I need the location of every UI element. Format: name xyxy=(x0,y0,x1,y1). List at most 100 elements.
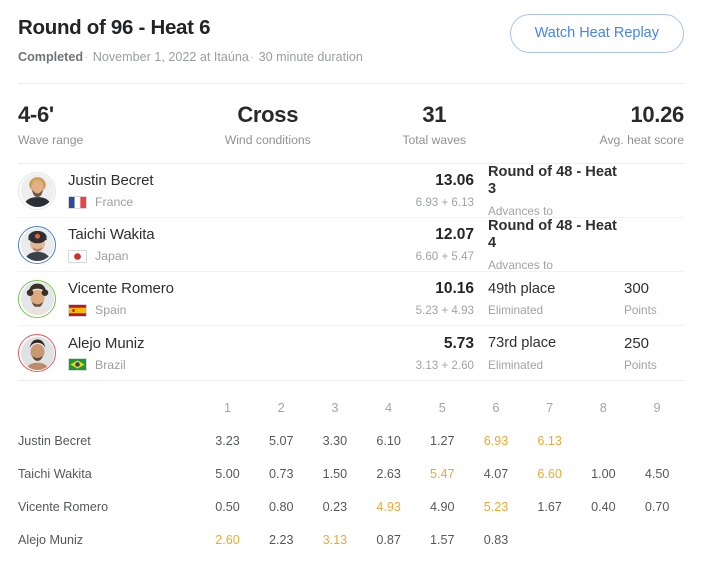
score-breakdown: 3.13 + 2.60 xyxy=(415,358,474,372)
athlete-info: Vicente Romero Spain xyxy=(68,280,174,317)
athlete-info: Justin Becret France xyxy=(68,172,154,209)
wave-score-counted: 6.13 xyxy=(537,433,562,448)
wave-score: 0.50 xyxy=(215,499,240,514)
outcome-status: Eliminated xyxy=(488,357,544,372)
stat-value: 4-6' xyxy=(18,101,54,127)
athlete-info: Taichi Wakita Japan xyxy=(68,226,155,263)
wave-header-7: 7 xyxy=(546,400,554,416)
stat-avg-heat-score: 10.26 Avg. heat score xyxy=(518,102,685,147)
stat-total-waves: 31 Total waves xyxy=(351,102,518,147)
japan-flag-icon xyxy=(68,249,87,263)
stat-value: 31 xyxy=(422,101,447,127)
heat-duration: 30 minute duration xyxy=(258,49,363,64)
athlete-country: Japan xyxy=(68,249,155,263)
table-row: Taichi Wakita 5.00 0.73 1.50 2.63 5.47 4… xyxy=(18,457,684,490)
outcome-destination: 73rd place xyxy=(488,335,557,351)
points-column: 300 Points xyxy=(624,280,684,317)
page-title: Round of 96 - Heat 6 xyxy=(18,16,211,39)
watch-heat-replay-button[interactable]: Watch Heat Replay xyxy=(509,14,684,53)
wave-score xyxy=(523,523,577,556)
athlete-country: Spain xyxy=(68,303,174,317)
outcome-column: 49th place Eliminated xyxy=(474,281,624,318)
athlete-row[interactable]: Alejo Muniz Brazil 5.73 3.13 + 2.60 73rd… xyxy=(18,326,684,380)
wave-table-header: 1 2 3 4 5 6 7 8 9 xyxy=(18,391,684,424)
heat-meta: Completed· November 1, 2022 at Itaúna· 3… xyxy=(18,49,363,65)
outcome-column: Round of 48 - Heat 3 Advances to xyxy=(474,164,624,218)
wave-score: 5.00 xyxy=(215,466,240,481)
wave-score-counted: 6.93 xyxy=(483,433,509,448)
stat-label: Wave range xyxy=(18,133,84,148)
wave-score: 3.23 xyxy=(215,433,240,448)
wave-score-counted: 5.23 xyxy=(483,499,509,514)
heat-stats-row: 4-6' Wave range Cross Wind conditions 31… xyxy=(0,84,702,163)
athlete-row[interactable]: Taichi Wakita Japan 12.07 6.60 + 5.47 Ro… xyxy=(18,218,684,273)
heat-header: Round of 96 - Heat 6 Completed· November… xyxy=(0,0,702,65)
avatar xyxy=(18,225,56,264)
wave-score-counted: 5.47 xyxy=(430,466,455,481)
athlete-results: 10.16 5.23 + 4.93 49th place Eliminated … xyxy=(348,280,684,317)
wave-score-counted: 6.60 xyxy=(537,466,562,481)
avatar-photo-alejo-muniz xyxy=(20,336,54,370)
total-score: 5.73 xyxy=(443,334,474,352)
wave-score xyxy=(576,424,630,457)
score-breakdown: 5.23 + 4.93 xyxy=(415,304,474,318)
wave-score-counted: 2.60 xyxy=(215,532,240,547)
wave-score: 0.80 xyxy=(268,499,294,514)
heat-header-text: Round of 96 - Heat 6 Completed· November… xyxy=(18,14,363,65)
wave-header-9: 9 xyxy=(653,400,661,416)
heat-result-page: Round of 96 - Heat 6 Completed· November… xyxy=(0,0,702,571)
wave-score: 0.87 xyxy=(376,532,401,547)
outcome-status: Eliminated xyxy=(488,303,544,317)
points-column: 250 Points xyxy=(624,335,684,372)
outcome-destination: 49th place xyxy=(488,280,556,297)
total-score: 13.06 xyxy=(435,172,474,190)
points-value: 300 xyxy=(624,280,650,298)
stat-value: Cross xyxy=(237,101,299,127)
wave-score: 1.57 xyxy=(430,532,455,547)
total-score: 10.16 xyxy=(435,280,474,298)
wave-score: 0.40 xyxy=(591,499,616,514)
points-label: Points xyxy=(624,357,657,372)
athlete-name: Alejo Muniz xyxy=(68,334,145,352)
athlete-country: France xyxy=(68,195,153,209)
wave-header-blank xyxy=(18,391,201,424)
france-flag-icon xyxy=(68,195,87,209)
avatar-photo-taichi-wakita xyxy=(20,228,54,262)
meta-separator-1: · xyxy=(84,49,89,64)
score-column: 10.16 5.23 + 4.93 xyxy=(348,280,474,317)
athlete-results: 13.06 6.93 + 6.13 Round of 48 - Heat 3 A… xyxy=(348,164,684,218)
wave-score: 5.07 xyxy=(268,433,294,448)
stat-value: 10.26 xyxy=(630,101,684,127)
wave-score: 1.67 xyxy=(537,499,562,514)
wave-score: 4.07 xyxy=(483,466,509,481)
athlete-name: Vicente Romero xyxy=(68,280,174,298)
total-score: 12.07 xyxy=(435,226,474,244)
wave-header-5: 5 xyxy=(438,400,446,416)
table-row: Alejo Muniz 2.60 2.23 3.13 0.87 1.57 0.8… xyxy=(18,523,684,556)
points-column xyxy=(624,188,684,193)
stat-label: Total waves xyxy=(402,133,467,148)
score-breakdown: 6.60 + 5.47 xyxy=(415,250,474,264)
wave-header-3: 3 xyxy=(331,400,339,416)
athlete-name: Taichi Wakita xyxy=(68,226,155,244)
wave-header-8: 8 xyxy=(599,400,607,416)
outcome-column: Round of 48 - Heat 4 Advances to xyxy=(474,218,624,272)
wave-score xyxy=(630,523,684,556)
athlete-row[interactable]: Vicente Romero Spain 10.16 5.23 + 4.93 4… xyxy=(18,272,684,327)
wave-row-athlete: Taichi Wakita xyxy=(18,466,92,481)
score-column: 12.07 6.60 + 5.47 xyxy=(348,226,474,263)
avatar xyxy=(18,279,56,318)
brazil-flag-icon xyxy=(68,358,87,372)
wave-score: 0.23 xyxy=(322,499,348,514)
athlete-results-list: Justin Becret France 13.06 6.93 + 6.13 R… xyxy=(0,164,702,380)
wave-row-athlete: Alejo Muniz xyxy=(18,532,84,547)
stat-wind-conditions: Cross Wind conditions xyxy=(185,102,352,147)
wave-score: 4.90 xyxy=(430,499,455,514)
wave-table-body: Justin Becret 3.23 5.07 3.30 6.10 1.27 6… xyxy=(18,424,684,556)
athlete-name: Justin Becret xyxy=(68,172,154,190)
avatar-photo-vicente-romero xyxy=(20,282,54,316)
wave-row-athlete: Justin Becret xyxy=(18,433,91,448)
athlete-row[interactable]: Justin Becret France 13.06 6.93 + 6.13 R… xyxy=(18,164,684,219)
wave-header-1: 1 xyxy=(223,400,232,416)
avatar xyxy=(18,334,56,373)
